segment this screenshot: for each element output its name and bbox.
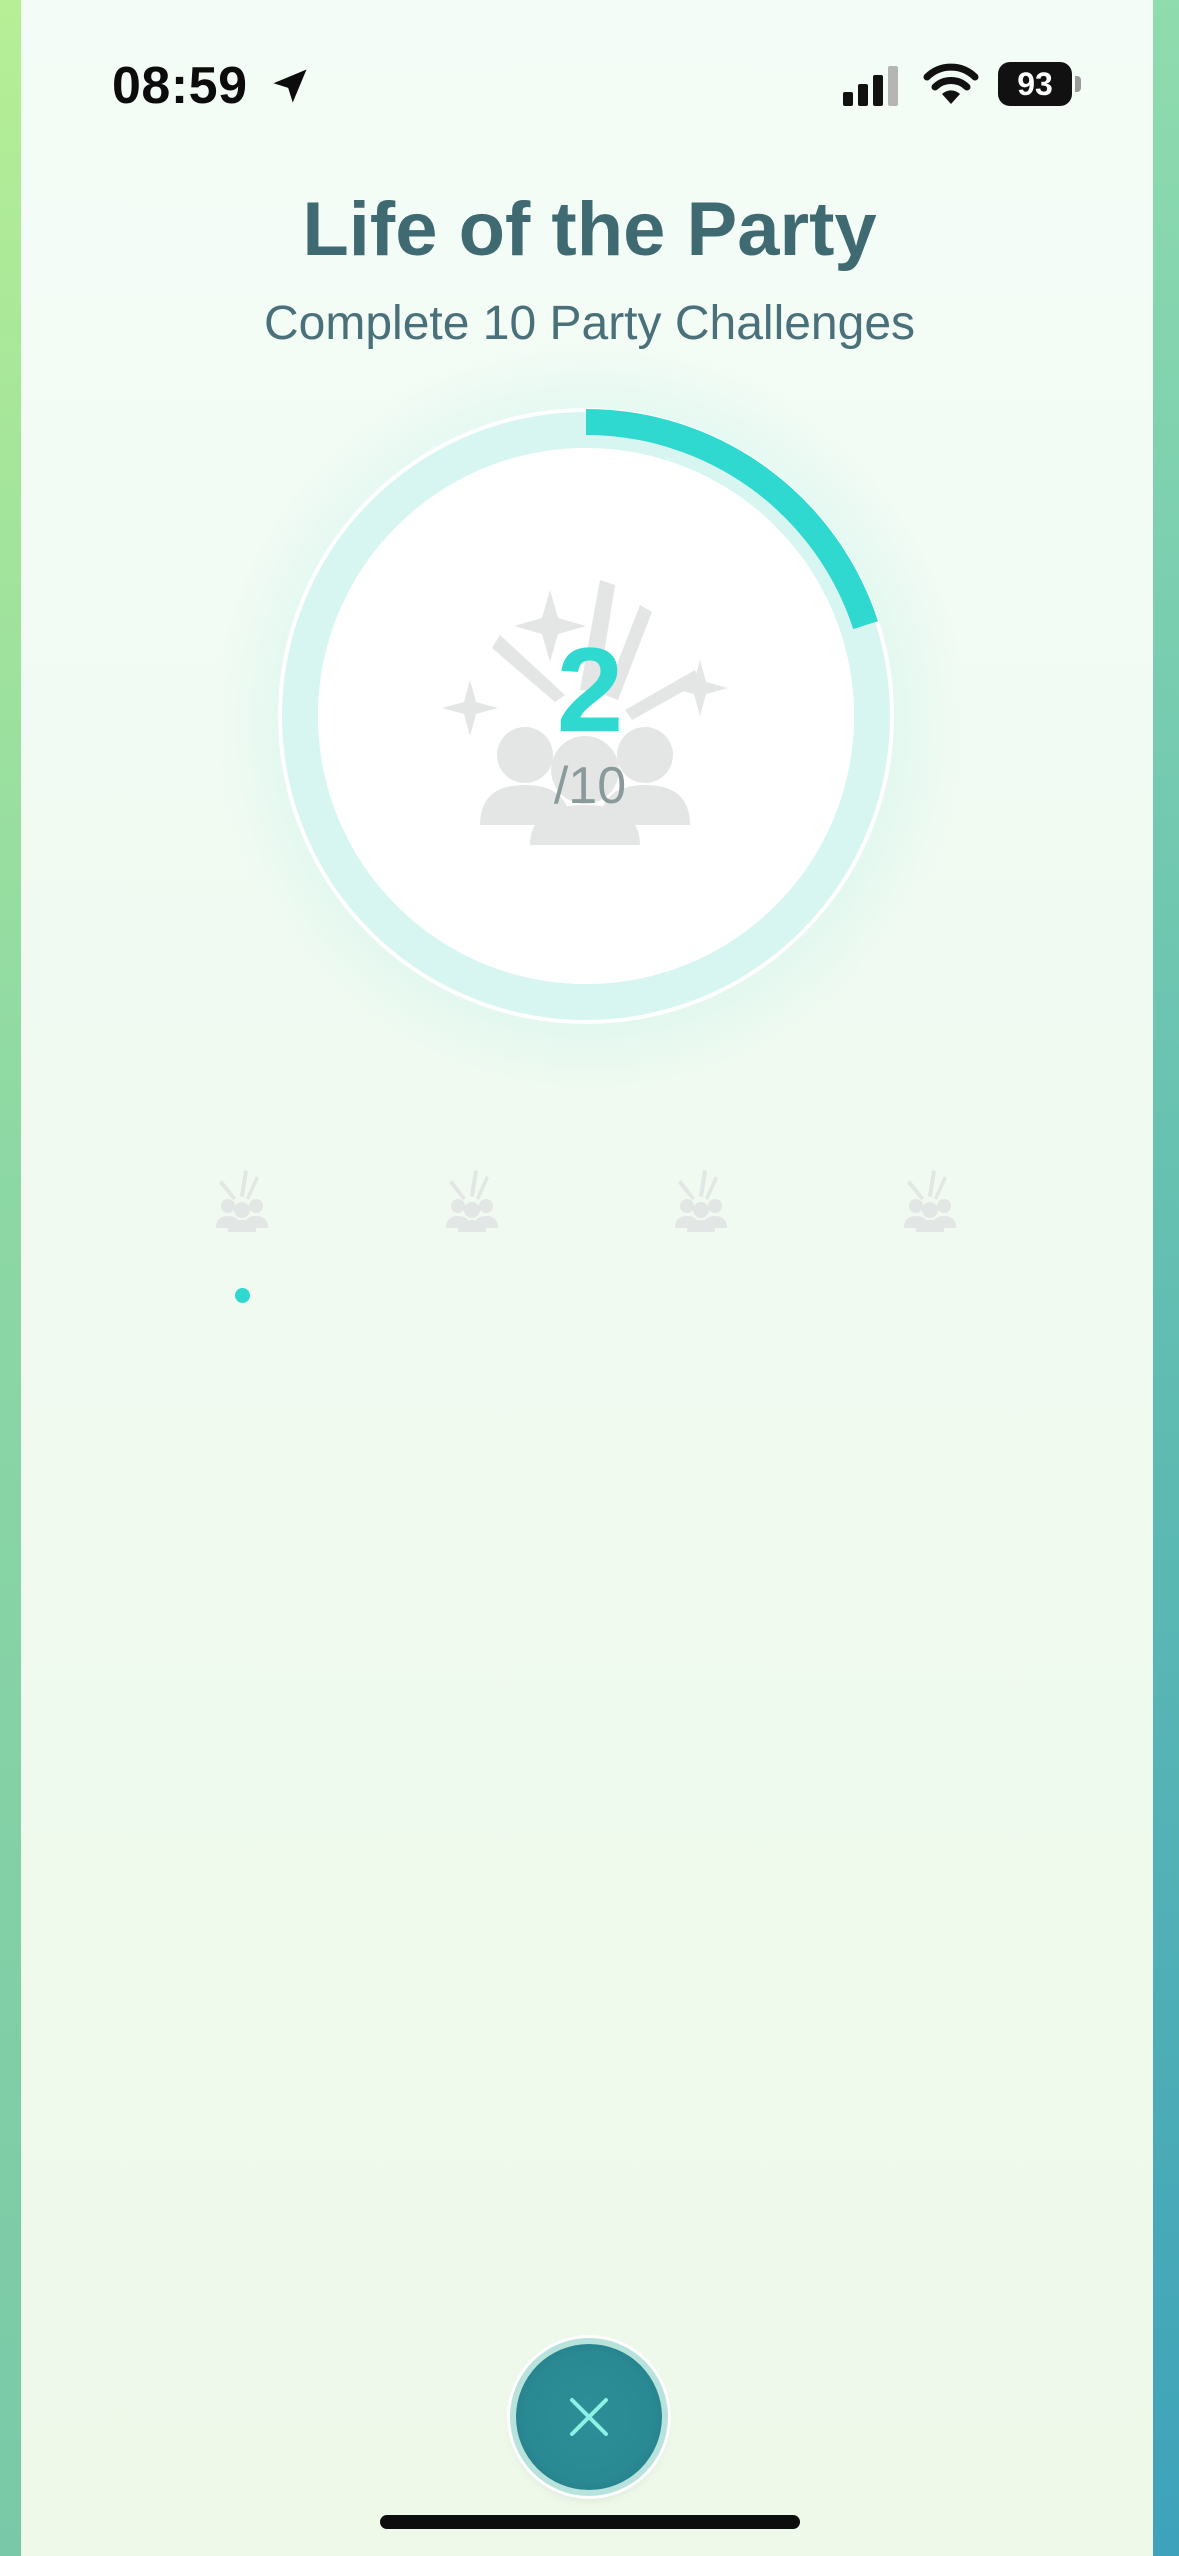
tier-row	[0, 1150, 1179, 1250]
progress-count: 2	[556, 623, 624, 757]
left-edge-decoration	[0, 0, 21, 2556]
close-button[interactable]	[516, 2344, 662, 2490]
close-icon	[570, 2398, 608, 2436]
status-bar: 08:59 93	[0, 0, 1179, 150]
cellular-signal-icon	[843, 66, 898, 106]
location-arrow-icon	[273, 69, 307, 103]
tier-3-party-icon	[675, 1170, 727, 1232]
tier-progress-dot	[235, 1288, 250, 1303]
battery-cap	[1075, 76, 1081, 92]
home-indicator[interactable]	[380, 2515, 800, 2529]
right-edge-decoration	[1153, 0, 1179, 2556]
tier-1-party-icon	[216, 1170, 268, 1232]
battery-level: 93	[1017, 66, 1053, 102]
medal-title: Life of the Party	[302, 187, 877, 272]
tier-2-party-icon	[446, 1170, 498, 1232]
status-time: 08:59	[112, 57, 248, 115]
tier-4-party-icon	[904, 1170, 956, 1232]
battery-indicator: 93	[998, 62, 1072, 106]
wifi-icon	[923, 63, 979, 104]
progress-goal: /10	[553, 757, 627, 815]
